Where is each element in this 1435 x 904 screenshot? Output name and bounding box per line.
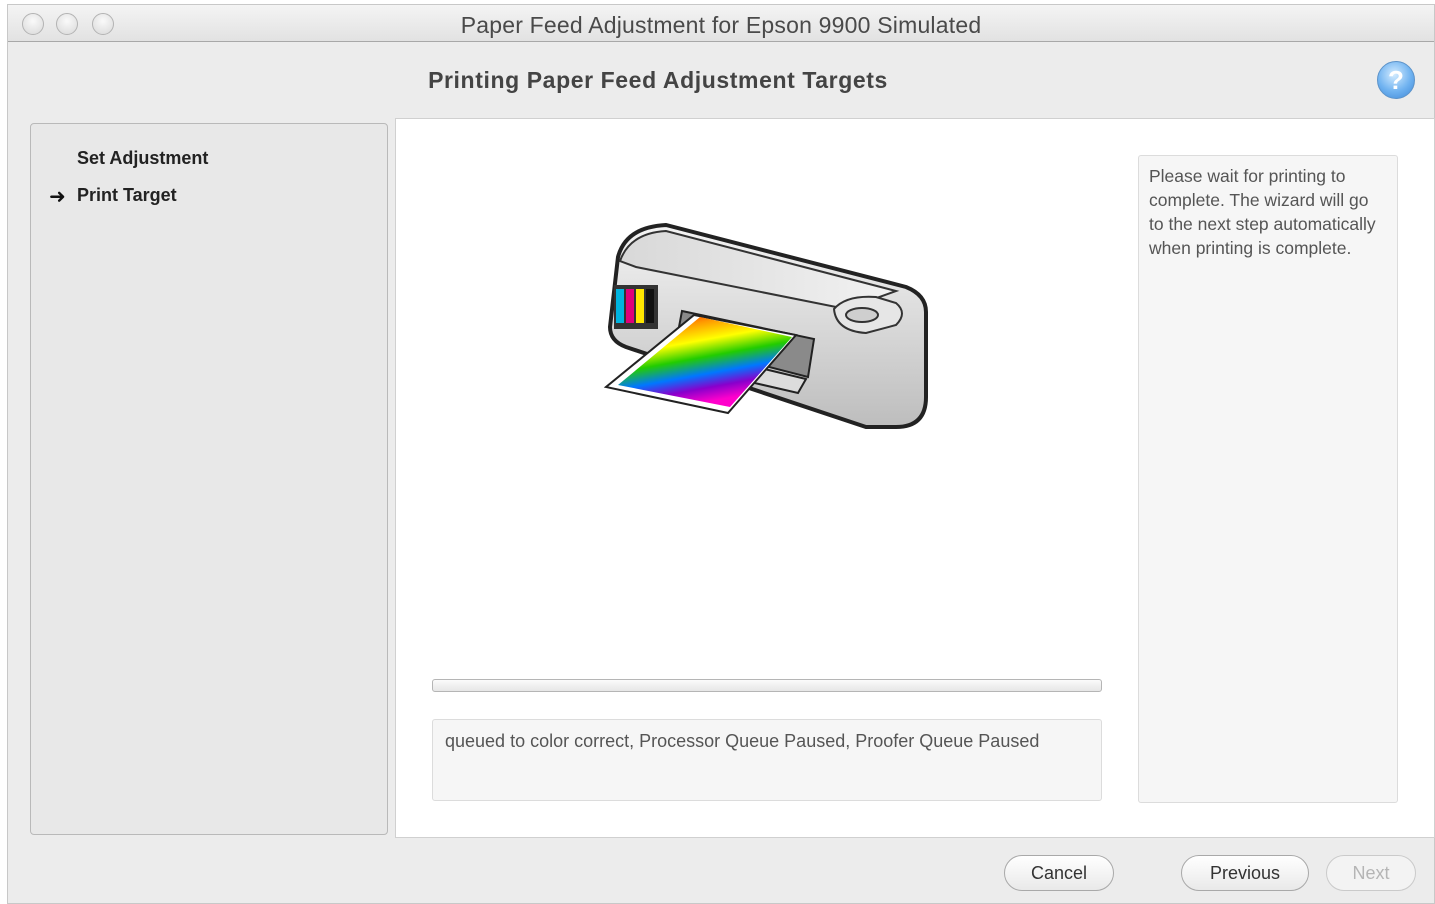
help-label: ? (1388, 65, 1404, 95)
printer-icon (603, 222, 928, 429)
step-print-target: Print Target (77, 185, 177, 205)
step-set-adjustment: Set Adjustment (77, 148, 209, 168)
wizard-window: Paper Feed Adjustment for Epson 9900 Sim… (7, 4, 1435, 904)
previous-button[interactable]: Previous (1181, 855, 1309, 891)
current-step-arrow-icon: ➜ (49, 186, 66, 208)
instructions-panel: Please wait for printing to complete. Th… (1138, 155, 1398, 803)
window-title: Paper Feed Adjustment for Epson 9900 Sim… (460, 12, 982, 38)
next-button[interactable]: Next (1326, 855, 1416, 891)
steps-panel: Set Adjustment ➜ Print Target (30, 123, 388, 835)
status-message: queued to color correct, Processor Queue… (432, 719, 1102, 801)
print-progress-bar (432, 679, 1102, 692)
cancel-button[interactable]: Cancel (1004, 855, 1114, 891)
content-panel: queued to color correct, Processor Queue… (395, 118, 1435, 838)
help-icon[interactable]: ? (1377, 61, 1415, 99)
page-title: Printing Paper Feed Adjustment Targets (428, 67, 888, 93)
title-bar[interactable]: Paper Feed Adjustment for Epson 9900 Sim… (8, 5, 1434, 42)
